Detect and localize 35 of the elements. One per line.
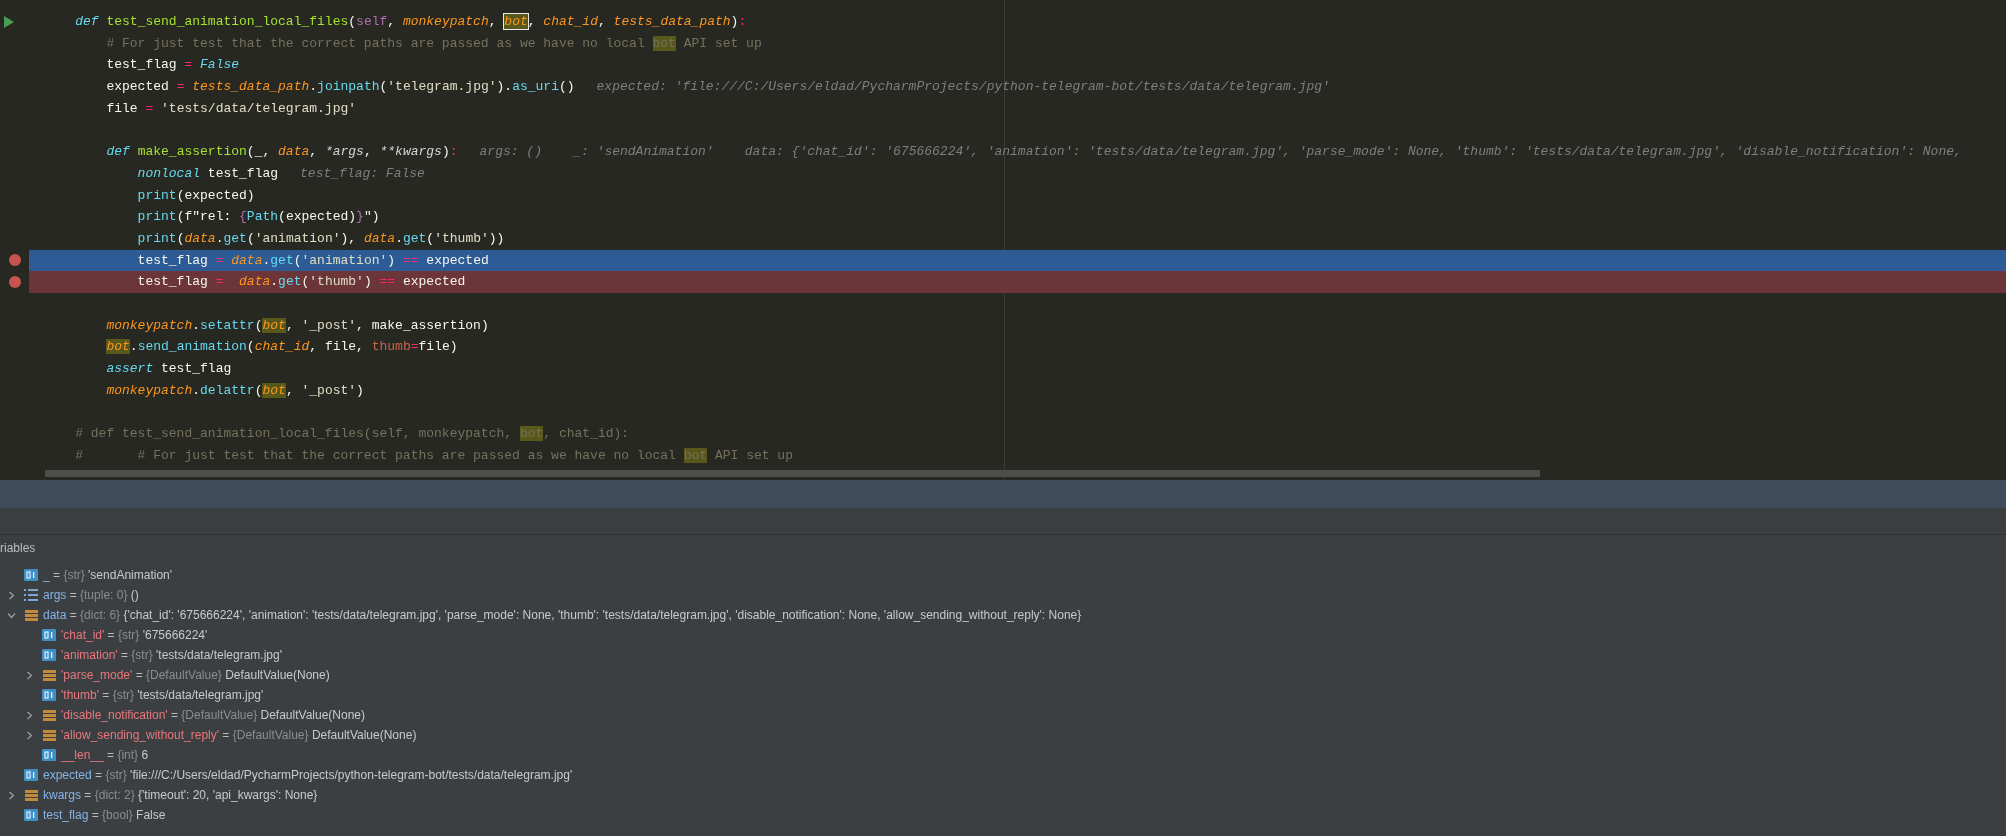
variable-entry[interactable]: 'animation' = {str} 'tests/data/telegram.jpg': [61, 646, 282, 664]
code-line: monkeypatch.delattr(bot, '_post'): [105, 381, 364, 400]
code-line: print(f"rel: {Path(expected)}"): [136, 208, 380, 227]
code-line: def make_assertion(_, data, *args, **kwargs):: [105, 143, 458, 162]
code-line: file = 'tests/data/telegram.jpg': [105, 99, 357, 118]
variable-entry[interactable]: kwargs = {dict: 2} {'timeout': 20, 'api_kwargs': None}: [43, 786, 318, 804]
code-line: def test_send_animation_local_files(self, monkeypatch, bot, chat_id, tests_data_path):: [74, 13, 747, 32]
code-line: test_flag = data.get('thumb') == expected: [136, 273, 466, 292]
code-line: print(expected): [136, 186, 255, 205]
code-line: # For just test that the correct paths are passed as we have no local bot API set up: [105, 34, 762, 53]
inline-value-hint: test_flag: False: [300, 164, 425, 183]
code-line: test_flag = data.get('animation') == expected: [136, 251, 489, 270]
variable-entry[interactable]: 'allow_sending_without_reply' = {DefaultValue} DefaultValue(None): [61, 726, 417, 744]
panel-title: riables: [0, 540, 36, 557]
inline-value-hint: args: () _: 'sendAnimation' data: {'chat_id': '675666224', 'animation': 'tests/data/telegram.jpg', 'parse_mode': None, 'thumb': 'tests/data/telegram.jpg', 'disable_notification': None,: [479, 143, 1962, 162]
variable-entry[interactable]: 'disable_notification' = {DefaultValue} DefaultValue(None): [61, 706, 366, 724]
inline-value-hint: expected: 'file:///C:/Users/eldad/PycharmProjects/python-telegram-bot/tests/data/telegram.jpg': [596, 78, 1330, 97]
variable-entry[interactable]: 'parse_mode' = {DefaultValue} DefaultValue(None): [61, 666, 330, 684]
variable-entry[interactable]: __len__ = {int} 6: [61, 746, 149, 764]
code-line: monkeypatch.setattr(bot, '_post', make_assertion): [105, 316, 489, 335]
code-line: expected = tests_data_path.joinpath('telegram.jpg').as_uri(): [105, 78, 575, 97]
code-line: bot.send_animation(chat_id, file, thumb=file): [44, 337, 458, 357]
variable-entry[interactable]: data = {dict: 6} {'chat_id': '675666224', 'animation': 'tests/data/telegram.jpg', 'parse_mode': None, 'thumb': 'tests/data/telegram.jpg', 'disable_notification': None, 'allow_sending_without_reply': None}: [43, 606, 1082, 624]
variable-entry[interactable]: args = {tuple: 0} (): [43, 586, 139, 604]
code-line: print(data.get('animation'), data.get('thumb')): [136, 229, 505, 248]
code-line: test_flag = False: [105, 56, 240, 75]
code-line: # # For just test that the correct paths are passed as we have no local bot API set up: [74, 446, 793, 465]
code-line: nonlocal test_flag: [136, 164, 279, 183]
variable-entry[interactable]: expected = {str} 'file:///C:/Users/eldad/PycharmProjects/python-telegram-bot/tests/data/telegram.jpg': [43, 766, 573, 784]
variable-entry[interactable]: 'thumb' = {str} 'tests/data/telegram.jpg': [61, 686, 264, 704]
variable-entry[interactable]: 'chat_id' = {str} '675666224': [61, 626, 208, 644]
variable-entry[interactable]: test_flag = {bool} False: [43, 806, 166, 824]
code-line: assert test_flag: [105, 360, 232, 379]
variable-entry[interactable]: _ = {str} 'sendAnimation': [43, 566, 173, 584]
code-line: # def test_send_animation_local_files(self, monkeypatch, bot, chat_id):: [74, 425, 630, 444]
